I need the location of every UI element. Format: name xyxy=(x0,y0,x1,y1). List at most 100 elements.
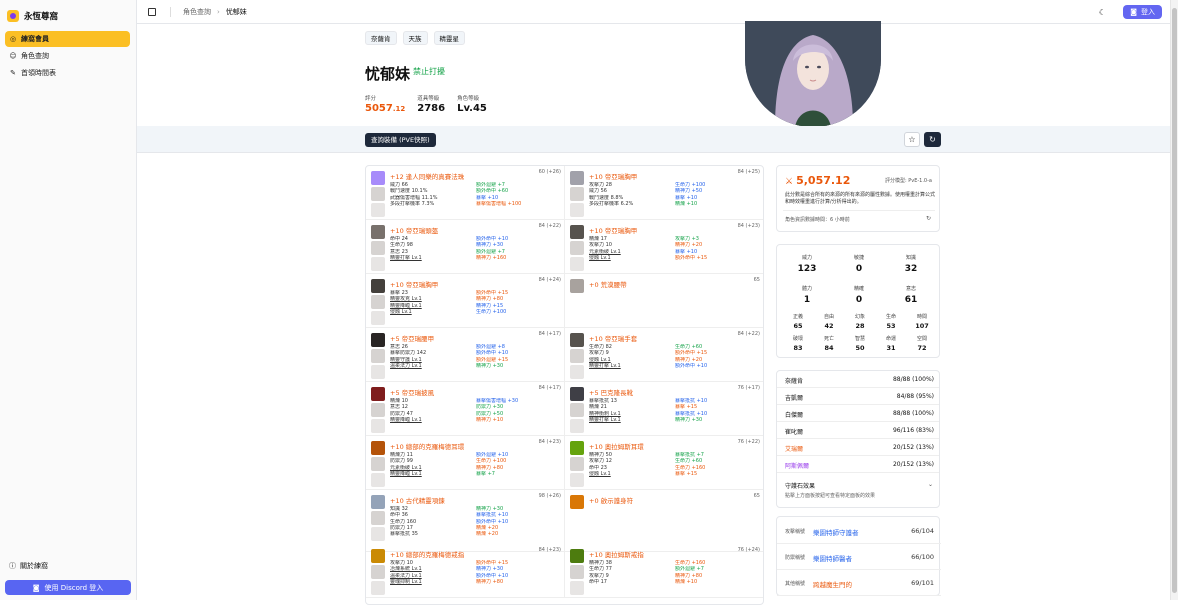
equipment-slot[interactable]: +5 帝亞瑞腰甲 84 (+17) 意志 26 暴擊防禦力 142 精靈守護 Lv.1 溫… xyxy=(366,328,565,382)
base-stats: 精神力 38 生命力 77 攻擊力 9 命中 17 xyxy=(589,560,675,585)
refresh-icon[interactable]: ↻ xyxy=(924,132,941,147)
stat-line[interactable]: 精靈打擊 Lv.1 xyxy=(589,417,675,423)
base-stats: 攻擊力 28 威力 56 戰鬥速度 8.8% 多段打擊機率 6.2% xyxy=(589,182,675,207)
equipment-slot[interactable]: +5 巴克隆長靴 76 (+17) 暴擊抵抗 13 精煉 21 精神衝刺 Lv.1 精靈打… xyxy=(565,382,763,436)
equipment-name: +5 帝亞瑞腰甲 xyxy=(390,335,435,343)
score-value: 5057.12 xyxy=(365,103,405,114)
equipment-icon xyxy=(371,495,385,509)
theme-toggle-icon[interactable]: ☾ xyxy=(1099,8,1106,17)
bonus-stats: 生命力 +160 額外迴避 +7 精神力 +80 精煉 +10 xyxy=(675,560,763,585)
equipment-slot[interactable]: +10 奧拉姆斯耳環 76 (+22) 精神力 50 攻擊力 12 命中 23 侵蝕 Lv… xyxy=(565,436,763,490)
gem-icon xyxy=(570,203,584,217)
sidebar-item-character-search[interactable]: ☺ 角色查詢 xyxy=(5,48,130,64)
equipment-level: 84 (+22) xyxy=(538,223,561,229)
attribute-label: 意志 xyxy=(905,286,916,292)
attributes-card: 威力 123 敏捷 0 知識 32 體力 1 精確 0 意志 61 正義 65 自由 42 幻象 28 生命 53 時間… xyxy=(776,244,940,358)
equipment-slot[interactable]: +10 總部的克羅梅德戒指 84 (+23) 攻擊力 10 冶煉系統 Lv.1 溫柔法力… xyxy=(366,544,565,598)
brand-name: 永恆尊窩 xyxy=(24,12,59,22)
title-name[interactable]: 樂園特師醫者 xyxy=(813,553,852,563)
attribute-value: 50 xyxy=(855,344,865,352)
title-name[interactable]: 跨越魔生門的 xyxy=(813,579,852,589)
attribute-value: 0 xyxy=(855,295,863,305)
bonus-line: 精神力 +10 xyxy=(476,416,504,423)
stat-line[interactable]: 精靈降臨 Lv.1 xyxy=(390,471,476,477)
equipment-name: +10 帝亞瑞胸甲 xyxy=(589,227,638,235)
stat-line[interactable]: 侵蝕 Lv.1 xyxy=(390,309,476,315)
stat-line[interactable]: 侵蝕 Lv.1 xyxy=(589,471,675,477)
progress-row: 阿斯佩爾 20/152 (13%) xyxy=(777,456,939,473)
equipment-name: +10 總部的克羅梅德戒指 xyxy=(390,551,465,559)
progress-name: 吉凱爾 xyxy=(785,395,804,402)
equipment-slot[interactable]: +10 帝亞瑞胸甲 84 (+24) 暴擊 23 精靈攻克 Lv.1 精靈降臨 Lv.1… xyxy=(366,274,565,328)
equip-query-button[interactable]: 查詢裝備 (PVE快照) xyxy=(365,133,436,147)
attribute-sub: 死亡 84 xyxy=(816,335,842,352)
equip-level-stat: 道具等級 2786 xyxy=(417,94,445,114)
guardian-stone-section[interactable]: 守護石效果 點擊上方面板按鈕可查看特定面板的效果 ⌄ xyxy=(777,476,939,507)
equipment-slot[interactable]: +10 帝亞瑞頭盔 84 (+22) 命中 24 生命力 98 意志 23 精靈打擊 Lv… xyxy=(366,220,565,274)
equipment-name: +10 帝亞瑞手套 xyxy=(589,335,638,343)
discord-login-button[interactable]: ◙ 使用 Discord 登入 xyxy=(5,580,131,595)
equipment-slot[interactable]: +10 帝亞瑞手套 84 (+22) 生命力 82 攻擊力 9 侵蝕 Lv.1 精靈打擊 … xyxy=(565,328,763,382)
attribute-label: 死亡 xyxy=(823,336,834,342)
stat-line[interactable]: 精靈打擊 Lv.1 xyxy=(390,255,476,261)
stat-line: 暴擊抵抗 35 xyxy=(390,531,418,538)
star-icon[interactable]: ☆ xyxy=(904,132,920,147)
bonus-stats: 生命力 +60 額外命中 +15 精神力 +20 額外命中 +10 xyxy=(675,344,763,369)
breadcrumb-parent[interactable]: 角色查詢 xyxy=(183,7,211,17)
equipment-slot[interactable]: +5 帝亞瑞披風 84 (+17) 精煉 10 意志 12 防禦力 47 精靈降臨 Lv.… xyxy=(366,382,565,436)
attribute-label: 生命 xyxy=(885,314,896,320)
refresh-icon[interactable]: ↻ xyxy=(926,215,931,222)
equipment-slot[interactable]: +0 荒漠腰帶 65 xyxy=(565,274,763,328)
gem-icon xyxy=(570,403,584,417)
discord-icon: ◙ xyxy=(1130,8,1137,16)
scrollbar[interactable] xyxy=(1170,0,1178,600)
info-icon: ⓘ xyxy=(9,562,16,570)
title-row: 攻擊稱號 樂園特師守護者 66/104 xyxy=(777,519,941,544)
attribute-value: 28 xyxy=(855,322,865,330)
equipment-icon xyxy=(371,387,385,401)
progress-name: 奈薩肯 xyxy=(785,378,804,385)
equipment-level: 76 (+17) xyxy=(737,385,760,391)
equipment-slot[interactable]: +10 帝亞瑞胸甲 84 (+25) 攻擊力 28 威力 56 戰鬥速度 8.8% 多段打… xyxy=(565,166,763,220)
stat-line[interactable]: 精靈降臨 Lv.1 xyxy=(390,417,476,423)
bonus-stats: 生命力 +100 精神力 +50 暴擊 +10 精煉 +10 xyxy=(675,182,763,207)
attribute-value: 83 xyxy=(793,344,803,352)
character-stats: 評分 5057.12 道具等級 2786 角色等級 Lv.45 xyxy=(365,94,499,114)
equipment-slot[interactable]: +0 啟示護身符 65 xyxy=(565,490,763,552)
equipment-slot[interactable]: +10 帝亞瑞胸甲 84 (+23) 精煉 17 攻擊力 10 元素衝破 Lv.1 侵蝕 … xyxy=(565,220,763,274)
equipment-level: 84 (+23) xyxy=(538,547,561,553)
scrollbar-thumb[interactable] xyxy=(1172,8,1177,593)
sidebar-item-membership[interactable]: ◎ 練窩會員 xyxy=(5,31,130,47)
equipment-slot[interactable]: +10 奧拉姆斯戒指 76 (+24) 精神力 38 生命力 77 攻擊力 9 命中 17… xyxy=(565,544,763,598)
stat-line[interactable]: 侵蝕 Lv.1 xyxy=(589,255,675,261)
bonus-line: 暴擊 +15 xyxy=(675,470,698,477)
stat-line[interactable]: 溫柔法力 Lv.1 xyxy=(390,363,476,369)
attribute-main: 體力 1 xyxy=(780,285,834,305)
character-name: 忧郁妹 xyxy=(365,65,411,83)
title-count: 66/104 xyxy=(911,527,934,535)
score-stat: 評分 5057.12 xyxy=(365,94,405,114)
chevron-right-icon: › xyxy=(217,7,220,16)
base-stats: 生命力 82 攻擊力 9 侵蝕 Lv.1 精靈打擊 Lv.1 xyxy=(589,344,675,369)
equipment-slot[interactable]: +10 總部的克羅梅德耳環 84 (+23) 精煉力 11 防禦力 99 元素衝破 Lv… xyxy=(366,436,565,490)
equipment-level: 84 (+22) xyxy=(737,331,760,337)
brand[interactable]: 永恆尊窩 xyxy=(7,4,136,28)
stat-line[interactable]: 靈魂抑制 Lv.1 xyxy=(390,579,476,585)
sidebar-toggle-icon[interactable] xyxy=(148,7,156,16)
discord-login-label: 使用 Discord 登入 xyxy=(44,583,104,592)
login-button[interactable]: ◙ 登入 xyxy=(1123,5,1162,19)
sidebar-item-boss-timer[interactable]: ✎ 首領時間表 xyxy=(5,65,130,81)
gem-icon xyxy=(371,511,385,525)
equipment-level: 84 (+17) xyxy=(538,385,561,391)
stat-line[interactable]: 精靈打擊 Lv.1 xyxy=(589,363,675,369)
equipment-slot[interactable]: +10 古代精靈項鍊 98 (+26) 知識 32 命中 36 生命力 160 防禦力 1… xyxy=(366,490,565,552)
title-name[interactable]: 樂園特師守護者 xyxy=(813,527,859,537)
equipment-icon xyxy=(570,387,584,401)
equipment-slot[interactable]: +12 逢人同樂的真賽法珠 60 (+26) 威力 66 戰鬥速度 10.1% 武器傷害… xyxy=(366,166,565,220)
gem-icon xyxy=(371,187,385,201)
sidebar-item-label: 角色查詢 xyxy=(21,52,49,60)
about-link[interactable]: ⓘ 關於練窩 xyxy=(5,558,137,574)
stat-line: 多段打擊機率 7.3% xyxy=(390,200,435,207)
progress-value: 84/88 (95%) xyxy=(896,393,934,400)
attribute-main: 意志 61 xyxy=(884,285,938,305)
